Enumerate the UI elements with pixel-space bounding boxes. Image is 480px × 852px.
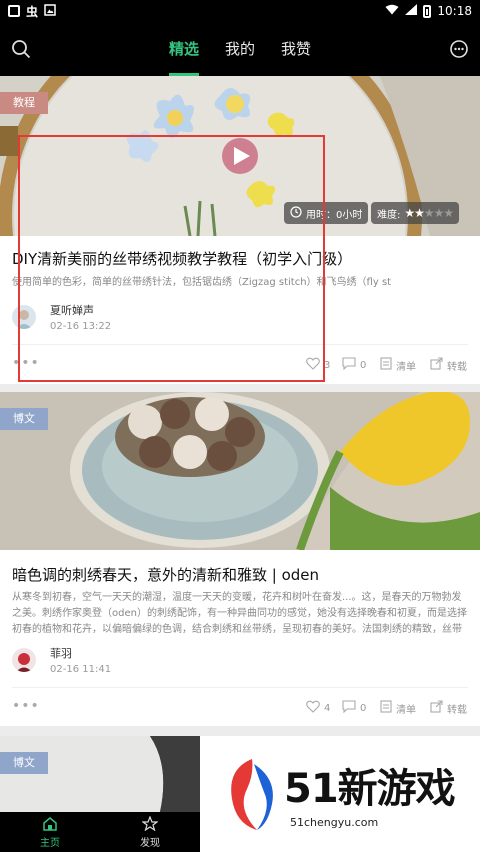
list-button[interactable]: 清单 xyxy=(380,700,416,716)
highlight-box xyxy=(18,135,325,382)
author-name[interactable]: 菲羽 xyxy=(50,645,111,661)
share-icon xyxy=(430,357,443,373)
post-title[interactable]: 暗色调的刺绣春天，意外的清新和雅致 | oden xyxy=(12,564,319,585)
heart-icon xyxy=(306,700,320,716)
more-options-button[interactable]: ••• xyxy=(12,698,40,714)
list-icon xyxy=(380,700,392,716)
app-notification-glyph: 虫 xyxy=(26,4,39,19)
image-notification-icon xyxy=(44,3,56,19)
comment-button[interactable]: 0 xyxy=(342,700,366,716)
signal-icon xyxy=(405,4,418,18)
nav-home-label: 主页 xyxy=(40,837,60,849)
status-bar: 虫 10:18 xyxy=(0,0,480,22)
watermark-brand-icon xyxy=(231,759,273,830)
post-cover-image[interactable]: 博文 xyxy=(0,392,480,550)
top-header: 精选 我的 我赞 xyxy=(0,22,480,76)
comment-button[interactable]: 0 xyxy=(342,357,366,373)
status-time: 10:18 xyxy=(437,4,472,18)
list-icon xyxy=(380,357,392,373)
nav-discover-label: 发现 xyxy=(140,837,160,849)
share-label: 转载 xyxy=(447,361,467,373)
battery-icon xyxy=(423,4,432,18)
post-author[interactable]: 菲羽 02-16 11:41 xyxy=(12,645,111,675)
post-cover-image[interactable]: 博文 xyxy=(0,736,200,812)
tab-featured[interactable]: 精选 xyxy=(168,22,199,76)
post-description: 从寒冬到初春，空气一天天的潮湿，温度一天天的变暖，花卉和树叶在奋发...。这，是… xyxy=(12,592,467,635)
difficulty-stars: ★★★★★ xyxy=(404,206,454,220)
watermark-url: 51chengyu.com xyxy=(290,816,379,829)
comment-count: 0 xyxy=(360,359,367,371)
share-button[interactable]: 转载 xyxy=(430,357,467,373)
like-button[interactable]: 4 xyxy=(306,700,330,716)
list-label: 清单 xyxy=(396,361,416,373)
tab-mine[interactable]: 我的 xyxy=(225,22,255,76)
post-category-tag: 教程 xyxy=(0,92,48,114)
nav-home[interactable]: 主页 xyxy=(0,812,100,852)
difficulty-pill: 难度: ★★★★★ xyxy=(371,202,460,224)
avatar[interactable] xyxy=(12,648,36,672)
difficulty-label: 难度: xyxy=(377,209,401,221)
post-category-tag: 博文 xyxy=(0,752,48,774)
comment-icon xyxy=(342,700,356,716)
wifi-icon xyxy=(385,4,399,18)
divider xyxy=(12,687,468,688)
list-button[interactable]: 清单 xyxy=(380,357,416,373)
post-time: 02-16 11:41 xyxy=(50,664,112,675)
post-category-tag: 博文 xyxy=(0,408,48,430)
share-label: 转载 xyxy=(447,704,467,716)
nav-discover[interactable]: 发现 xyxy=(100,812,200,852)
watermark-text: 51新游戏 xyxy=(284,766,456,812)
share-icon xyxy=(430,700,443,716)
tab-bar: 精选 我的 我赞 xyxy=(0,22,480,76)
more-icon[interactable] xyxy=(444,34,474,64)
list-label: 清单 xyxy=(396,704,416,716)
discover-icon xyxy=(141,814,159,834)
post-card[interactable]: 博文 暗色调的刺绣春天，意外的清新和雅致 | oden 从寒冬到初春，空气一天天… xyxy=(0,392,480,726)
comment-icon xyxy=(342,357,356,373)
watermark-logo: 51新游戏 51chengyu.com xyxy=(200,736,480,852)
home-icon xyxy=(42,816,58,834)
like-count: 4 xyxy=(324,702,331,714)
app-screen: { "status_bar": { "glyph_left": "虫", "ti… xyxy=(0,0,480,852)
notification-square-icon xyxy=(8,5,20,17)
post-actions: ••• 4 0 清单 转载 xyxy=(12,698,468,716)
comment-count: 0 xyxy=(360,702,367,714)
bottom-navigation: 主页 发现 xyxy=(0,812,200,852)
tab-liked[interactable]: 我赞 xyxy=(281,22,311,76)
share-button[interactable]: 转载 xyxy=(430,700,467,716)
